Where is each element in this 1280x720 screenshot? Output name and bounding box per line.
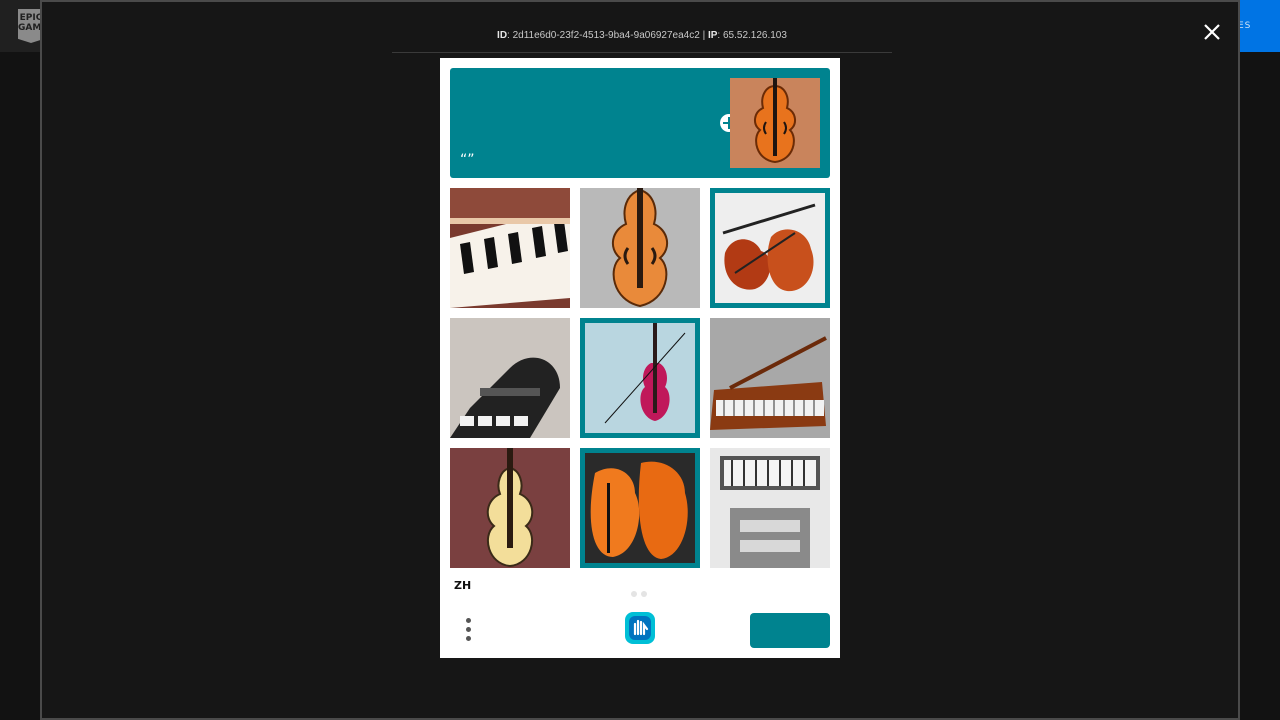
tile-1[interactable] — [450, 188, 570, 308]
example-image-violin — [730, 78, 820, 168]
challenge-grid — [450, 188, 830, 568]
tile-5[interactable] — [580, 318, 700, 438]
id-value: : 2d11e6d0-23f2-4513-9ba4-9a06927ea4c2 | — [507, 30, 708, 41]
close-icon[interactable] — [1198, 18, 1226, 46]
id-label: ID — [497, 30, 508, 41]
session-info: ID: 2d11e6d0-23f2-4513-9ba4-9a06927ea4c2… — [392, 24, 892, 53]
tile-9[interactable] — [710, 448, 830, 568]
tile-8[interactable] — [580, 448, 700, 568]
hcaptcha-widget: “” ZH — [440, 58, 840, 658]
tile-2[interactable] — [580, 188, 700, 308]
prompt-subtitle: “” — [460, 152, 475, 168]
verify-button[interactable] — [750, 613, 830, 648]
tile-6[interactable] — [710, 318, 830, 438]
language-selector[interactable]: ZH — [454, 579, 471, 592]
more-options-icon[interactable] — [460, 614, 476, 644]
ip-value: : 65.52.126.103 — [717, 30, 787, 41]
tile-7[interactable] — [450, 448, 570, 568]
challenge-prompt: “” — [450, 68, 830, 178]
tile-3[interactable] — [710, 188, 830, 308]
tile-4[interactable] — [450, 318, 570, 438]
ip-label: IP — [707, 30, 718, 41]
hcaptcha-logo-icon — [625, 612, 655, 644]
page-dots — [631, 582, 651, 601]
